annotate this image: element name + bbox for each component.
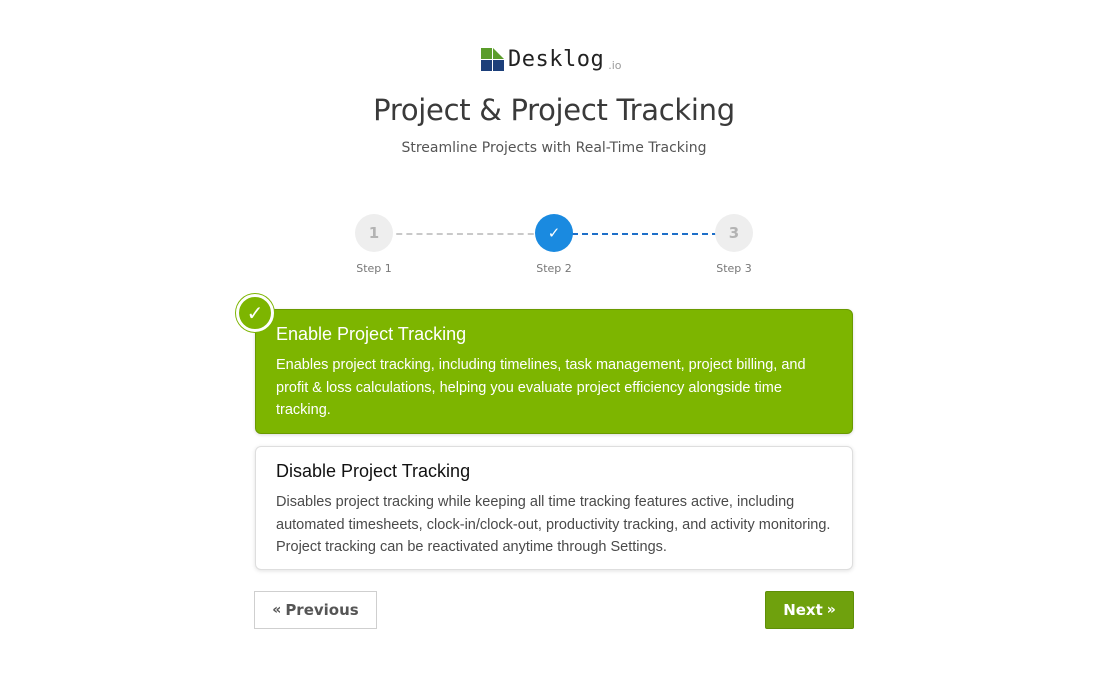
progress-stepper: 1 ✓ 3 Step 1 Step 2 Step 3 [340,210,770,290]
step-1-label: Step 1 [356,262,392,275]
next-button[interactable]: Next » [765,591,854,629]
step-1-indicator: 1 [355,214,393,252]
step-2-check-icon: ✓ [535,214,573,252]
previous-button[interactable]: « Previous [254,591,377,629]
logo-tld: .io [608,59,622,72]
step-2-label: Step 2 [536,262,572,275]
previous-button-label: Previous [285,601,359,619]
option-description: Enables project tracking, including time… [276,357,806,418]
logo-mark-icon [481,48,505,72]
next-button-label: Next [783,601,823,619]
step-3-indicator: 3 [715,214,753,252]
step-connector-1 [376,233,554,235]
logo-text: Desklog [508,47,605,72]
disable-project-tracking-option[interactable]: Disable Project Tracking Disables projec… [255,446,853,570]
page-subtitle: Streamline Projects with Real-Time Track… [401,140,707,156]
option-description: Disables project tracking while keeping … [276,494,831,555]
step-3-label: Step 3 [716,262,752,275]
option-title: Disable Project Tracking [276,461,471,481]
double-chevron-right-icon: » [826,602,836,618]
option-title: Enable Project Tracking [276,324,467,344]
double-chevron-left-icon: « [272,602,282,618]
enable-project-tracking-option[interactable]: Enable Project Tracking Enables project … [255,309,853,434]
desklog-logo: Desklog .io [481,46,622,74]
onboarding-page: Desklog .io Project & Project Tracking S… [0,0,1108,688]
selected-check-icon: ✓ [236,294,274,332]
step-connector-2 [572,233,718,235]
page-title: Project & Project Tracking [373,93,735,127]
